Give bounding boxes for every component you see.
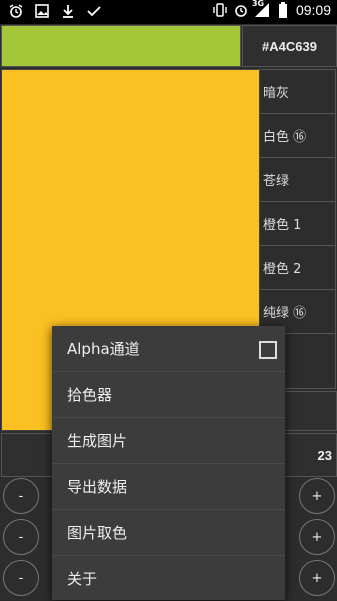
red-minus-button[interactable]: - <box>3 478 39 514</box>
current-color-swatch[interactable] <box>1 25 241 67</box>
blue-minus-button[interactable]: - <box>3 560 39 596</box>
color-list-item[interactable]: 橙色 1 <box>259 202 335 246</box>
blue-plus-button[interactable]: + <box>299 560 335 596</box>
color-list-item[interactable]: 暗灰 <box>259 70 335 114</box>
network-type: 3G <box>251 0 265 8</box>
alarm-icon <box>8 3 24 19</box>
menu-item-label: 生成图片 <box>67 432 128 450</box>
red-plus-button[interactable]: + <box>299 478 335 514</box>
color-list-item[interactable]: 橙色 2 <box>259 246 335 290</box>
status-left-icons <box>8 3 102 19</box>
menu-item-export-data[interactable]: 导出数据 <box>52 464 285 510</box>
menu-item-label: 关于 <box>67 570 98 588</box>
menu-item-label: Alpha通道 <box>67 340 140 358</box>
menu-item-alpha[interactable]: Alpha通道 <box>52 326 285 372</box>
green-minus-button[interactable]: - <box>3 519 39 555</box>
battery-icon <box>275 2 291 18</box>
download-icon <box>60 3 76 19</box>
vibrate-icon <box>212 2 228 18</box>
hex-value[interactable]: #A4C639 <box>242 25 337 67</box>
menu-item-image-color[interactable]: 图片取色 <box>52 510 285 556</box>
alpha-checkbox[interactable] <box>259 341 277 359</box>
menu-item-label: 导出数据 <box>67 478 128 496</box>
image-icon <box>34 3 50 19</box>
channel-value: 23 <box>317 448 332 463</box>
menu-item-color-picker[interactable]: 拾色器 <box>52 372 285 418</box>
color-list-item[interactable]: 白色 ⑯ <box>259 114 335 158</box>
status-bar: 3G 09:09 <box>0 0 337 24</box>
menu-item-about[interactable]: 关于 <box>52 556 285 601</box>
menu-item-label: 图片取色 <box>67 524 128 542</box>
status-time: 09:09 <box>295 2 331 18</box>
check-icon <box>86 3 102 19</box>
overflow-menu: Alpha通道 拾色器 生成图片 导出数据 图片取色 关于 <box>52 326 285 600</box>
status-right-icons: 3G 09:09 <box>212 0 331 18</box>
color-list-item[interactable]: 苍绿 <box>259 158 335 202</box>
alarm-icon <box>233 2 249 18</box>
signal-icon: 3G <box>251 0 270 18</box>
menu-item-label: 拾色器 <box>67 386 113 404</box>
green-plus-button[interactable]: + <box>299 519 335 555</box>
menu-item-generate-image[interactable]: 生成图片 <box>52 418 285 464</box>
